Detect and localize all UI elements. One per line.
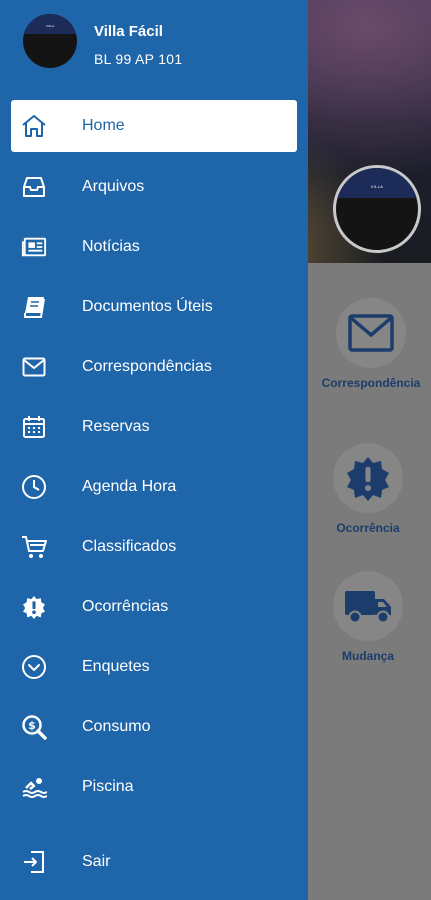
tile-mudanca[interactable]: Mudança — [308, 571, 428, 663]
profile-name: Villa Fácil — [94, 23, 163, 40]
menu-item-label: Arquivos — [82, 178, 145, 195]
envelope-icon — [21, 354, 47, 380]
menu-item-enquetes[interactable]: Enquetes — [11, 642, 297, 692]
menu-item-label: Home — [82, 117, 125, 134]
menu-item-arquivos[interactable]: Arquivos — [11, 162, 297, 212]
cart-icon — [21, 534, 47, 560]
menu-item-label: Agenda Hora — [82, 478, 177, 495]
tile-ocorrencia[interactable]: Ocorrência — [308, 443, 428, 535]
envelope-icon — [336, 298, 406, 368]
menu-item-correspondencias[interactable]: Correspondências — [11, 342, 297, 392]
chevron-circle-icon — [21, 654, 47, 680]
swimmer-icon — [21, 774, 47, 800]
tile-label: Mudança — [341, 649, 394, 663]
alert-badge-icon — [21, 594, 47, 620]
menu-item-label: Piscina — [82, 778, 134, 795]
menu-item-classificados[interactable]: Classificados — [11, 522, 297, 572]
truck-icon — [333, 571, 403, 641]
menu-item-ocorrencias[interactable]: Ocorrências — [11, 582, 297, 632]
tile-label: Ocorrência — [336, 521, 400, 535]
menu-item-label: Documentos Úteis — [82, 298, 213, 315]
menu-item-reservas[interactable]: Reservas — [11, 402, 297, 452]
menu-item-label: Ocorrências — [82, 598, 169, 615]
menu-item-sair[interactable]: Sair — [11, 837, 297, 887]
menu-item-label: Correspondências — [82, 358, 212, 375]
newspaper-icon — [21, 234, 47, 260]
alert-badge-icon — [333, 443, 403, 513]
menu-item-consumo[interactable]: $ Consumo — [11, 702, 297, 752]
profile-avatar[interactable]: VILLA — [23, 14, 77, 68]
menu-item-label: Notícias — [82, 238, 140, 255]
clock-icon — [21, 474, 47, 500]
menu-item-documentos-uteis[interactable]: Documentos Úteis — [11, 282, 297, 332]
book-icon — [21, 294, 47, 320]
menu-item-noticias[interactable]: Notícias — [11, 222, 297, 272]
navigation-drawer: VILLA Villa Fácil BL 99 AP 101 Home Arqu… — [0, 0, 308, 900]
menu-item-piscina[interactable]: Piscina — [11, 762, 297, 812]
menu-item-label: Sair — [82, 853, 111, 870]
menu-item-label: Enquetes — [82, 658, 150, 675]
menu-item-agenda-hora[interactable]: Agenda Hora — [11, 462, 297, 512]
menu-item-label: Reservas — [82, 418, 150, 435]
menu-item-label: Consumo — [82, 718, 151, 735]
svg-text:$: $ — [28, 719, 36, 732]
search-dollar-icon: $ — [21, 714, 47, 740]
sign-out-icon — [21, 849, 47, 875]
profile-unit: BL 99 AP 101 — [94, 51, 183, 67]
calendar-icon — [21, 414, 47, 440]
home-icon — [21, 113, 47, 139]
menu-item-home[interactable]: Home — [11, 100, 297, 152]
menu-item-label: Classificados — [82, 538, 177, 555]
tile-correspondencia[interactable]: Correspondência — [311, 298, 431, 390]
tile-label: Correspondência — [321, 376, 421, 390]
inbox-icon — [21, 174, 47, 200]
condo-logo-avatar: VILLA — [333, 165, 421, 253]
